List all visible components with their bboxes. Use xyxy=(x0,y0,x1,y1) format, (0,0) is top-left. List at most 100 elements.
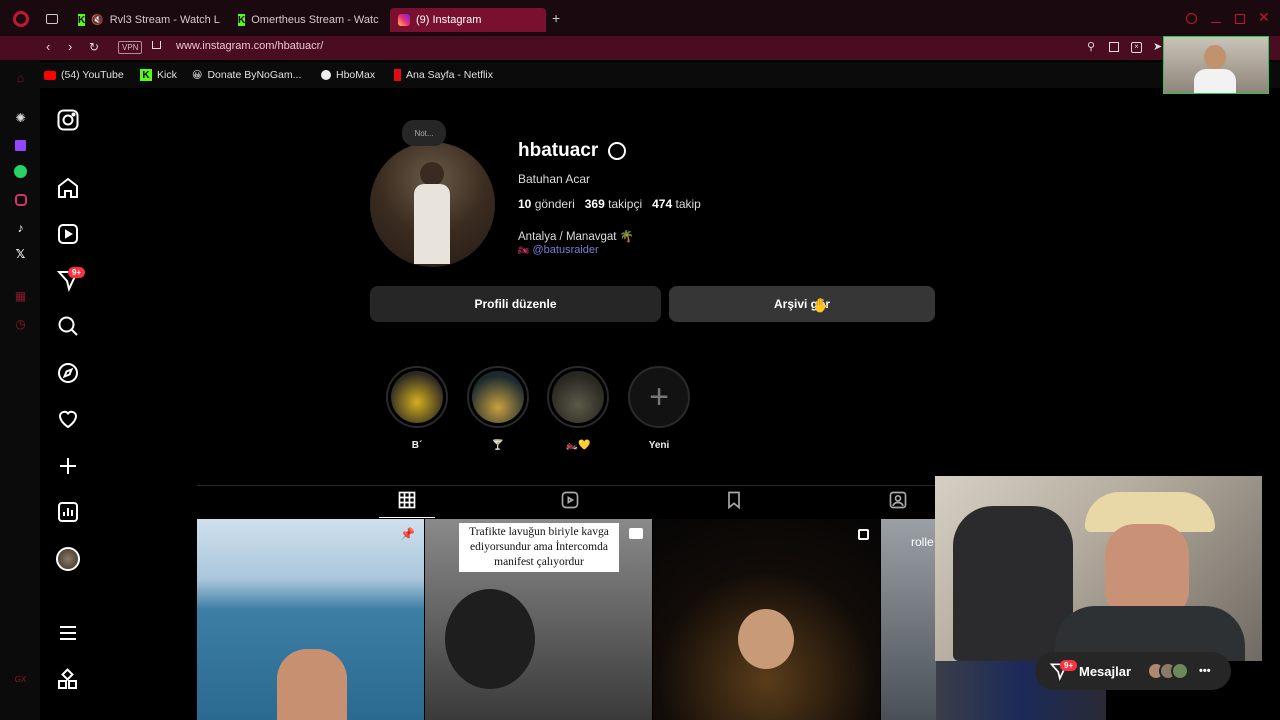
mute-icon[interactable]: 🔇 xyxy=(91,15,103,26)
forward-icon[interactable]: › xyxy=(68,39,72,54)
bookmark-hbomax[interactable]: HboMax xyxy=(321,69,375,81)
vpn-badge[interactable]: VPN xyxy=(118,41,143,54)
profile-avatar[interactable] xyxy=(56,547,80,571)
search-icon[interactable] xyxy=(56,314,80,338)
heart-icon[interactable] xyxy=(56,407,80,431)
emoji-icon: 😀 xyxy=(192,69,203,81)
post-thumbnail[interactable]: 📌 xyxy=(197,519,424,720)
instagram-icon[interactable] xyxy=(13,192,28,207)
instagram-nav: 9+ xyxy=(40,88,96,720)
post-caption: Trafikte lavuğun biriyle kavga ediyorsun… xyxy=(459,523,619,572)
highlight-thumbnail xyxy=(472,371,524,423)
workspaces-icon[interactable]: ▦ xyxy=(13,288,28,303)
tab-instagram[interactable]: (9) Instagram xyxy=(390,8,546,32)
bio-link-text[interactable]: @batusraider xyxy=(533,244,599,256)
note-bubble[interactable]: Not... xyxy=(402,120,446,146)
snapshot-icon[interactable] xyxy=(1109,42,1119,52)
more-icon[interactable]: ••• xyxy=(1199,665,1211,677)
lock-icon xyxy=(152,41,161,49)
view-archive-button[interactable]: Arşivi gör xyxy=(669,286,935,322)
helmet-figure xyxy=(445,589,535,689)
following-stat[interactable]: 474 takip xyxy=(652,197,701,211)
x-icon[interactable]: 𝕏 xyxy=(13,246,28,261)
settings-gear-icon[interactable] xyxy=(608,142,626,160)
bookmark-netflix[interactable]: Ana Sayfa - Netflix xyxy=(394,69,493,81)
highlight-item[interactable]: 🍸 xyxy=(467,366,529,451)
posts-grid-icon[interactable] xyxy=(397,490,417,510)
whatsapp-icon[interactable] xyxy=(13,164,28,179)
reels-icon[interactable] xyxy=(56,222,80,246)
history-icon[interactable]: ◷ xyxy=(13,316,28,331)
bookmark-kick[interactable]: K Kick xyxy=(140,69,177,81)
mouse-cursor-icon: ✋ xyxy=(812,297,830,313)
highlight-item[interactable]: 🏍️💛 xyxy=(547,366,609,451)
plus-icon: + xyxy=(649,378,669,416)
home-icon[interactable] xyxy=(56,176,80,200)
highlight-label: 🍸 xyxy=(491,440,505,451)
highlight-label: 🏍️💛 xyxy=(565,440,591,451)
webcam-overlay-small xyxy=(1163,36,1269,94)
chatgpt-icon[interactable]: ✺ xyxy=(13,110,28,125)
tab-label: (9) Instagram xyxy=(416,14,482,26)
kick-icon: K xyxy=(78,14,86,26)
back-icon[interactable]: ‹ xyxy=(46,39,50,54)
messages-label: Mesajlar xyxy=(1079,663,1132,679)
opera-sidebar: ⌂ ✺ ♪ 𝕏 ▦ ◷ GX xyxy=(0,60,40,720)
bookmark-label: Ana Sayfa - Netflix xyxy=(406,69,493,81)
instagram-logo-icon[interactable] xyxy=(56,108,80,132)
saved-bookmark-icon[interactable] xyxy=(724,490,744,510)
message-avatars xyxy=(1147,662,1190,680)
netflix-icon xyxy=(394,69,401,81)
apps-icon[interactable] xyxy=(56,668,80,692)
posts-stat: 10 gönderi xyxy=(518,197,575,211)
dashboard-icon[interactable] xyxy=(56,500,80,524)
tab-overview-icon[interactable] xyxy=(46,14,58,24)
send-icon[interactable]: ➤ xyxy=(1153,40,1162,53)
tab-rvl3-stream[interactable]: K 🔇 Rvl3 Stream - Watch L xyxy=(70,8,220,32)
menu-icon[interactable] xyxy=(56,621,80,645)
tab-omertheus-stream[interactable]: K Omertheus Stream - Watc xyxy=(230,8,380,32)
person-figure xyxy=(1194,69,1236,93)
bookmark-label: Donate ByNoGam... xyxy=(207,69,302,81)
minimize-icon[interactable] xyxy=(1211,22,1221,23)
person-figure xyxy=(738,609,794,669)
messages-badge: 9+ xyxy=(1060,660,1078,671)
bio-text: Antalya / Manavgat 🌴 xyxy=(518,231,634,243)
video-icon xyxy=(629,528,643,539)
post-thumbnail[interactable] xyxy=(653,519,880,720)
reels-tab-icon[interactable] xyxy=(560,490,580,510)
bookmark-youtube[interactable]: (54) YouTube xyxy=(44,69,124,81)
create-icon[interactable] xyxy=(56,454,80,478)
post-thumbnail[interactable]: Trafikte lavuğun biriyle kavga ediyorsun… xyxy=(425,519,652,720)
active-tab-indicator xyxy=(379,517,435,518)
tagged-icon[interactable] xyxy=(888,490,908,510)
close-window-icon[interactable]: ✕ xyxy=(1258,9,1270,26)
highlight-item[interactable]: B´ xyxy=(386,366,448,451)
profile-picture[interactable] xyxy=(370,142,495,267)
post-thumbnail[interactable]: rolle xyxy=(881,519,936,720)
search-tabs-icon[interactable] xyxy=(1186,13,1197,24)
url-field[interactable]: www.instagram.com/hbatuacr/ xyxy=(176,40,323,52)
twitch-icon[interactable] xyxy=(13,138,28,153)
opera-logo-icon[interactable] xyxy=(13,11,29,27)
bookmark-donate[interactable]: 😀 Donate ByNoGam... xyxy=(192,69,301,81)
home-icon[interactable]: ⌂ xyxy=(13,70,28,85)
pin-icon[interactable]: ⚲ xyxy=(1087,40,1095,53)
maximize-icon[interactable] xyxy=(1235,14,1245,24)
new-highlight-button[interactable]: + Yeni xyxy=(628,366,690,451)
tiktok-icon[interactable]: ♪ xyxy=(13,220,28,235)
kick-icon: K xyxy=(238,14,246,26)
edit-profile-button[interactable]: Profili düzenle xyxy=(370,286,661,322)
messages-button[interactable]: Mesajlar ••• xyxy=(1035,652,1231,690)
bio-link[interactable]: 🏍 @batusraider xyxy=(518,244,599,256)
full-name: Batuhan Acar xyxy=(518,172,591,186)
explore-icon[interactable] xyxy=(56,361,80,385)
highlight-thumbnail xyxy=(391,371,443,423)
motorbike-icon: 🏍 xyxy=(518,245,530,255)
person-figure xyxy=(277,649,347,720)
adblock-icon[interactable]: × xyxy=(1131,42,1142,53)
gx-icon[interactable]: GX xyxy=(13,672,28,687)
new-tab-button[interactable]: + xyxy=(552,10,560,26)
followers-stat[interactable]: 369 takipçi xyxy=(585,197,642,211)
reload-icon[interactable]: ↻ xyxy=(89,40,99,54)
